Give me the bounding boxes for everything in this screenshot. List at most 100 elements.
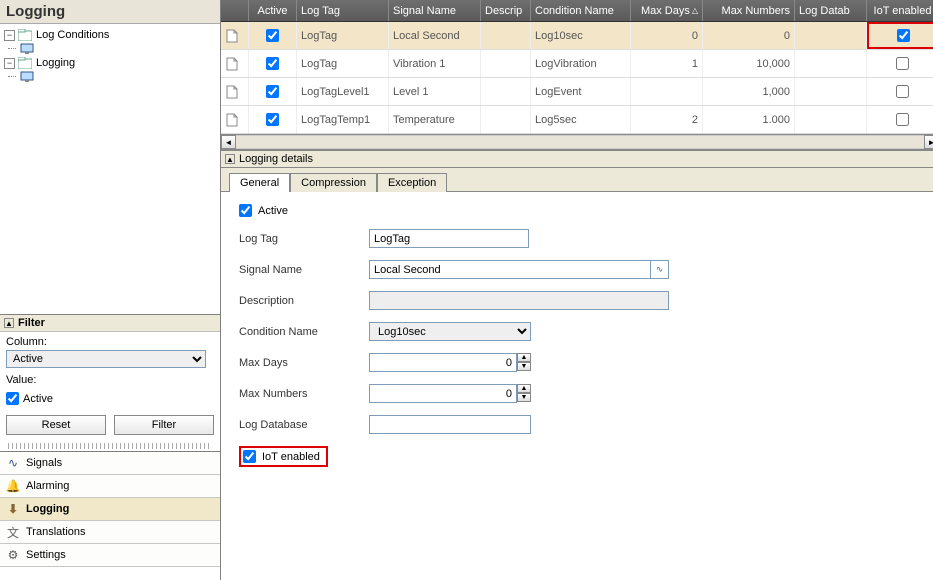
tree-node-log-conditions[interactable]: − Log Conditions [2, 28, 218, 42]
gear-icon: ⚙ [6, 548, 20, 562]
col-logdb[interactable]: Log Datab [795, 0, 867, 21]
collapse-icon[interactable]: − [4, 30, 15, 41]
signal-picker-icon[interactable]: ∿ [651, 260, 669, 279]
tab-general[interactable]: General [229, 173, 290, 192]
cell-nums: 1.000 [703, 106, 795, 133]
row-active-checkbox[interactable] [266, 85, 279, 98]
scroll-left-icon[interactable]: ◄ [221, 135, 236, 149]
cell-cond: LogEvent [531, 78, 631, 105]
reset-button[interactable]: Reset [6, 415, 106, 435]
iot-checkbox[interactable] [243, 450, 256, 463]
tree-leaf[interactable] [18, 42, 218, 56]
spin-up-icon[interactable]: ▲ [517, 384, 531, 393]
cell-active[interactable] [249, 22, 297, 49]
maxdays-input[interactable] [369, 353, 517, 372]
tab-compression[interactable]: Compression [290, 173, 377, 192]
col-maxdays[interactable]: Max Days△ [631, 0, 703, 21]
col-signal[interactable]: Signal Name [389, 0, 481, 21]
col-iot[interactable]: IoT enabled [867, 0, 933, 21]
active-checkbox[interactable] [239, 204, 252, 217]
cell-days: 0 [631, 22, 703, 49]
row-iot-checkbox[interactable] [896, 57, 909, 70]
description-input[interactable] [369, 291, 669, 310]
condition-select[interactable]: Log10sec [369, 322, 531, 341]
signals-icon: ∿ [6, 456, 20, 470]
table-row[interactable]: LogTagTemp1TemperatureLog5sec21.000 [221, 106, 933, 134]
folder-icon [18, 29, 32, 41]
column-select[interactable]: Active [6, 350, 206, 368]
cell-active[interactable] [249, 106, 297, 133]
maxdays-label: Max Days [239, 357, 369, 369]
doc-icon [221, 50, 249, 77]
folder-icon [18, 57, 32, 69]
collapse-icon[interactable]: ▲ [225, 154, 235, 164]
active-checkbox[interactable] [6, 392, 19, 405]
collapse-icon[interactable]: ▲ [4, 318, 14, 328]
row-iot-checkbox[interactable] [897, 29, 910, 42]
scroll-right-icon[interactable]: ► [924, 135, 933, 149]
col-icon[interactable] [221, 0, 249, 21]
tree-leaf[interactable] [18, 70, 218, 84]
cell-tag: LogTag [297, 22, 389, 49]
cell-db [795, 50, 867, 77]
nav-settings[interactable]: ⚙ Settings [0, 544, 220, 567]
nav-logging[interactable]: ⬇ Logging [0, 498, 220, 521]
nav-label: Translations [26, 526, 86, 538]
collapse-icon[interactable]: − [4, 58, 15, 69]
signal-input[interactable] [369, 260, 651, 279]
cell-iot[interactable] [867, 78, 933, 105]
table-row[interactable]: LogTagLevel1Level 1LogEvent1,000 [221, 78, 933, 106]
nav-alarming[interactable]: 🔔 Alarming [0, 475, 220, 498]
scroll-track[interactable] [236, 135, 924, 149]
cell-iot[interactable] [867, 22, 933, 49]
tab-exception[interactable]: Exception [377, 173, 447, 192]
details-form: Active Log Tag Signal Name ∿ Description… [221, 192, 933, 491]
col-logtag[interactable]: Log Tag [297, 0, 389, 21]
cell-iot[interactable] [867, 50, 933, 77]
row-active-checkbox[interactable] [266, 57, 279, 70]
column-label: Column: [6, 336, 214, 348]
col-maxnums[interactable]: Max Numbers [703, 0, 795, 21]
monitor-icon [20, 71, 34, 83]
nav-label: Signals [26, 457, 62, 469]
logging-icon: ⬇ [6, 502, 20, 516]
monitor-icon [20, 43, 34, 55]
nav-label: Settings [26, 549, 66, 561]
table-row[interactable]: LogTagVibration 1LogVibration110,000 [221, 50, 933, 78]
cell-days: 1 [631, 50, 703, 77]
col-desc[interactable]: Descrip [481, 0, 531, 21]
nav-signals[interactable]: ∿ Signals [0, 452, 220, 475]
spin-up-icon[interactable]: ▲ [517, 353, 531, 362]
tree-node-logging[interactable]: − Logging [2, 56, 218, 70]
maxnums-input[interactable] [369, 384, 517, 403]
table-row[interactable]: LogTagLocal SecondLog10sec00 [221, 22, 933, 50]
spin-down-icon[interactable]: ▼ [517, 393, 531, 402]
translations-icon: 文 [6, 525, 20, 539]
cell-active[interactable] [249, 78, 297, 105]
filter-heading: ▲ Filter [0, 315, 220, 332]
row-iot-checkbox[interactable] [896, 113, 909, 126]
logtag-input[interactable] [369, 229, 529, 248]
col-condition[interactable]: Condition Name [531, 0, 631, 21]
gripper[interactable] [8, 443, 212, 449]
description-label: Description [239, 295, 369, 307]
cell-nums: 1,000 [703, 78, 795, 105]
cell-desc [481, 106, 531, 133]
row-active-checkbox[interactable] [266, 29, 279, 42]
spin-down-icon[interactable]: ▼ [517, 362, 531, 371]
active-label: Active [23, 393, 53, 405]
logdb-input[interactable] [369, 415, 531, 434]
row-active-checkbox[interactable] [266, 113, 279, 126]
cell-active[interactable] [249, 50, 297, 77]
cell-desc [481, 22, 531, 49]
row-iot-checkbox[interactable] [896, 85, 909, 98]
cell-db [795, 106, 867, 133]
col-active[interactable]: Active [249, 0, 297, 21]
nav-translations[interactable]: 文 Translations [0, 521, 220, 544]
horizontal-scrollbar[interactable]: ◄ ► [221, 134, 933, 150]
cell-days: 2 [631, 106, 703, 133]
value-label: Value: [6, 374, 214, 386]
cell-iot[interactable] [867, 106, 933, 133]
filter-button[interactable]: Filter [114, 415, 214, 435]
cell-signal: Vibration 1 [389, 50, 481, 77]
